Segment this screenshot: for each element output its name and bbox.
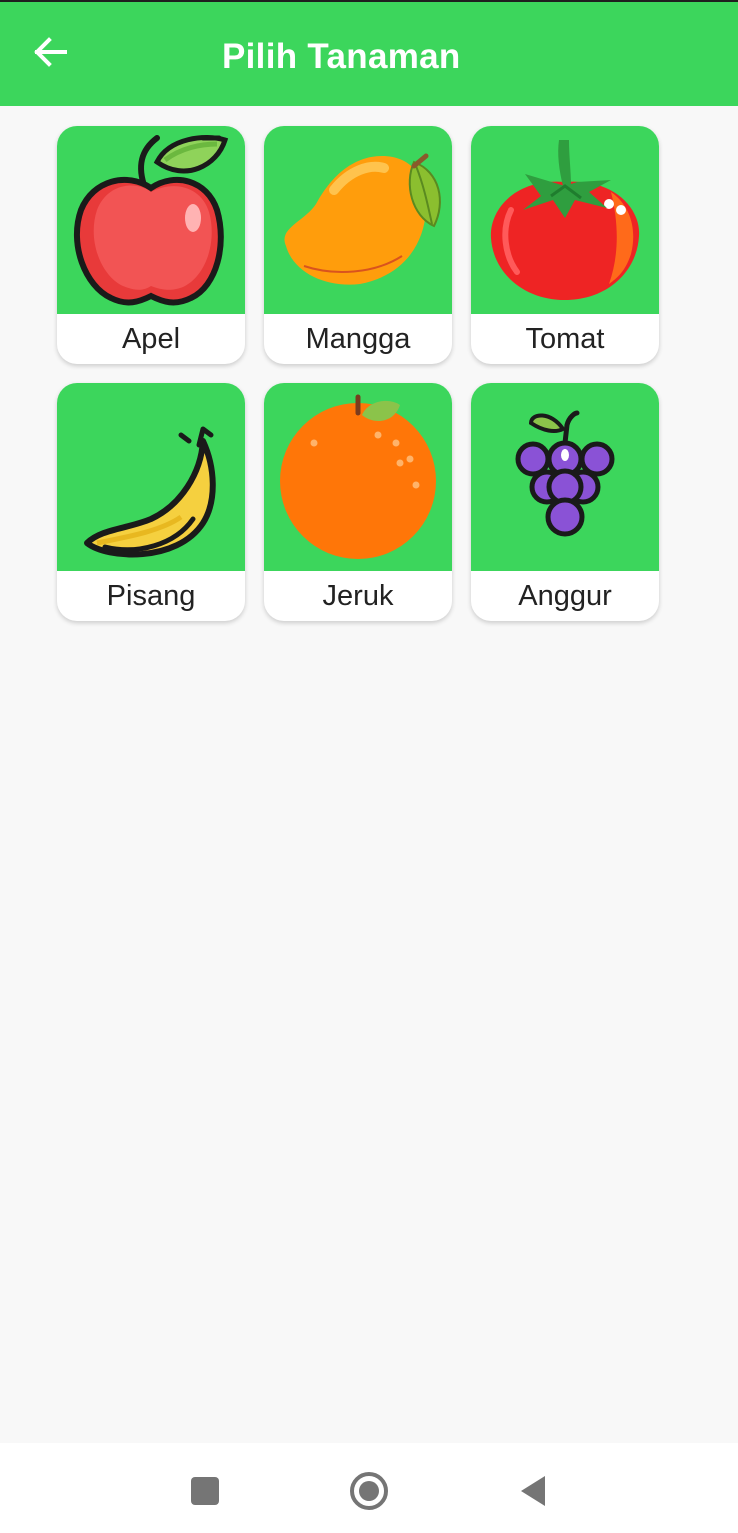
plant-label: Jeruk <box>322 580 394 612</box>
plant-card-jeruk[interactable]: Jeruk <box>264 383 452 621</box>
home-button[interactable] <box>341 1463 397 1519</box>
plant-label: Tomat <box>525 323 605 355</box>
home-icon <box>350 1472 388 1510</box>
plant-label: Anggur <box>518 580 612 612</box>
plant-card-apel[interactable]: Apel <box>57 126 245 364</box>
plant-label: Pisang <box>106 580 196 612</box>
back-button[interactable] <box>20 22 80 82</box>
arrow-left-icon <box>34 37 67 67</box>
banana-icon <box>84 426 216 558</box>
orange-icon <box>280 394 436 559</box>
apple-icon <box>74 135 229 306</box>
recents-button[interactable] <box>177 1463 233 1519</box>
grapes-icon <box>515 410 615 537</box>
back-nav-button[interactable] <box>505 1463 561 1519</box>
recents-icon <box>191 1477 219 1505</box>
plant-card-anggur[interactable]: Anggur <box>471 383 659 621</box>
plant-grid: Apel Mangga Tomat Pisang Jeruk Anggur <box>57 126 659 621</box>
mango-icon <box>284 153 441 285</box>
system-nav-bar <box>0 1443 738 1533</box>
plant-label: Mangga <box>305 323 411 355</box>
app-bar: Pilih Tanaman <box>0 2 738 106</box>
tomato-icon <box>490 140 640 300</box>
plant-card-pisang[interactable]: Pisang <box>57 383 245 621</box>
plant-card-tomat[interactable]: Tomat <box>471 126 659 364</box>
plant-label: Apel <box>121 323 181 355</box>
plant-card-mangga[interactable]: Mangga <box>264 126 452 364</box>
back-triangle-icon <box>521 1476 545 1506</box>
page-title: Pilih Tanaman <box>222 37 461 76</box>
